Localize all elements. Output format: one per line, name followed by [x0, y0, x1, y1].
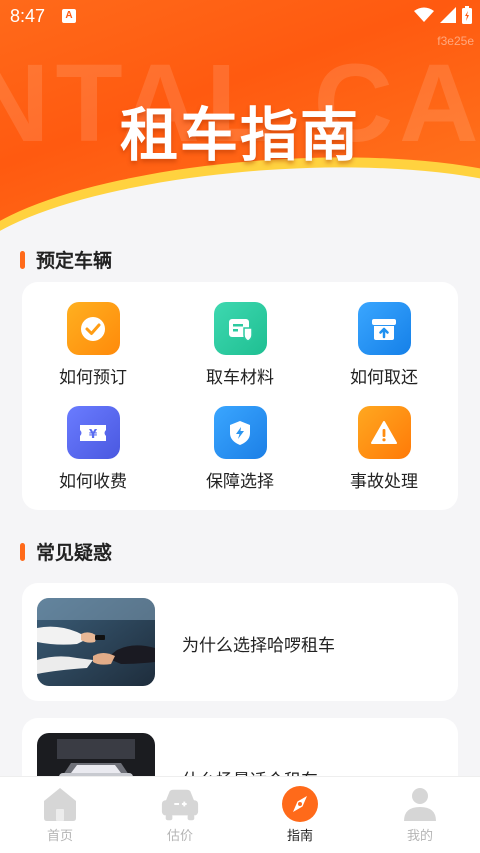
- shield-bolt-icon: [213, 406, 267, 459]
- car-estimate-icon: [160, 785, 200, 823]
- guide-item-label: 事故处理: [350, 472, 418, 492]
- guide-item-how-to-book[interactable]: 如何预订: [23, 302, 163, 388]
- guide-header: NTAL CAR f3e25e 租车指南: [0, 0, 480, 240]
- wifi-icon: [414, 7, 434, 22]
- faq-question: 为什么选择哈啰租车: [182, 636, 335, 656]
- booking-grid-card: 如何预订 取车材料 如何取还 ¥ 如何收费 保障选择 事故处理: [22, 282, 458, 510]
- nav-label: 首页: [46, 829, 73, 844]
- warning-icon: [357, 406, 411, 459]
- return-box-icon: [357, 302, 411, 355]
- home-icon: [40, 785, 80, 823]
- faq-card-why-choose[interactable]: 为什么选择哈啰租车: [22, 583, 458, 701]
- guide-item-protection[interactable]: 保障选择: [170, 406, 310, 492]
- compass-icon: [280, 785, 320, 823]
- booking-section-header: 预定车辆: [20, 246, 112, 273]
- guide-item-label: 如何预订: [59, 368, 127, 388]
- guide-item-pickup-documents[interactable]: 取车材料: [170, 302, 310, 388]
- guide-item-label: 如何取还: [350, 368, 418, 388]
- check-icon: [66, 302, 120, 355]
- app-notification-icon: A: [62, 9, 76, 23]
- header-watermark: f3e25e: [437, 34, 474, 48]
- status-time: 8:47: [10, 6, 46, 26]
- car-key-handover-image: [37, 598, 155, 686]
- faq-section-title: 常见疑惑: [36, 542, 113, 564]
- section-accent-bar: [20, 542, 25, 561]
- yen-ticket-icon: ¥: [66, 406, 120, 459]
- section-accent-bar: [20, 250, 25, 269]
- profile-icon: [400, 785, 440, 823]
- nav-item-guide[interactable]: 指南: [240, 785, 360, 844]
- battery-icon: [462, 6, 472, 24]
- nav-item-mine[interactable]: 我的: [360, 785, 480, 844]
- svg-text:¥: ¥: [89, 427, 98, 441]
- signal-icon: [440, 7, 456, 23]
- guide-item-accident[interactable]: 事故处理: [314, 406, 454, 492]
- nav-label: 我的: [406, 829, 433, 844]
- guide-item-label: 取车材料: [206, 368, 274, 388]
- guide-item-label: 如何收费: [59, 472, 127, 492]
- guide-item-pickup-return[interactable]: 如何取还: [314, 302, 454, 388]
- status-bar: 8:47 A: [0, 0, 480, 32]
- page-title: 租车指南: [119, 101, 360, 169]
- nav-item-home[interactable]: 首页: [0, 785, 120, 844]
- nav-item-estimate[interactable]: 估价: [120, 785, 240, 844]
- nav-label: 指南: [286, 829, 313, 844]
- nav-label: 估价: [166, 829, 193, 844]
- booking-section-title: 预定车辆: [36, 250, 113, 272]
- guide-item-label: 保障选择: [206, 472, 274, 492]
- faq-section-header: 常见疑惑: [20, 538, 112, 565]
- guide-item-fees[interactable]: ¥ 如何收费: [23, 406, 163, 492]
- bottom-navigation: 首页 估价 指南 我的: [0, 776, 480, 853]
- documents-icon: [213, 302, 267, 355]
